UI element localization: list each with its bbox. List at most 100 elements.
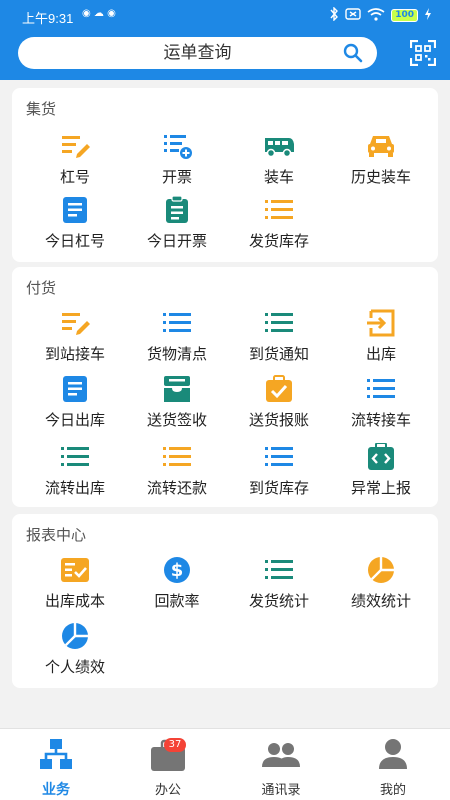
grid-item-transfer-pickup[interactable]: 流转接车 [330, 375, 432, 435]
tab-label: 业务 [42, 782, 70, 798]
grid-item-transfer-repay[interactable]: 流转还款 [126, 443, 228, 503]
grid-item-shipping-stock[interactable]: 发货库存 [228, 196, 330, 256]
grid-item-label: 杠号 [59, 168, 90, 186]
notification-icons: ◉ ☁ ◉ [82, 8, 116, 19]
section-title: 报表中心 [26, 526, 87, 544]
grid-item-label: 送货签收 [146, 411, 207, 429]
grid-item-label: 流转出库 [44, 479, 105, 497]
grid-item-label: 出库成本 [44, 592, 105, 610]
list-icon [265, 560, 293, 579]
tab-label: 我的 [379, 783, 406, 798]
code-icon [368, 443, 394, 470]
wifi-icon [367, 7, 385, 24]
tab-contacts[interactable]: 通讯录 [225, 729, 337, 800]
charging-icon [424, 8, 432, 23]
grid-item-arrival-stock[interactable]: 到货库存 [228, 443, 330, 503]
search-icon[interactable] [343, 43, 363, 63]
grid-item-label: 送货报账 [248, 411, 309, 429]
grid-item-label: 发货库存 [248, 232, 309, 250]
grid-item-label: 流转接车 [350, 411, 411, 429]
bottom-tab-bar: 业务 办公 通讯录 我的 [0, 728, 450, 800]
svg-text:$: $ [171, 560, 184, 581]
org-chart-icon [40, 739, 72, 769]
grid-item-label: 到货通知 [248, 345, 309, 363]
list-icon [163, 447, 191, 466]
grid-item-exception-report[interactable]: 异常上报 [330, 443, 432, 503]
grid-item-label: 今日杠号 [44, 232, 105, 250]
status-right: 100 [329, 6, 432, 24]
list-icon [265, 313, 293, 332]
grid-item-invoice[interactable]: 开票 [126, 132, 228, 192]
status-time: 上午9:31 [22, 11, 74, 26]
exit-icon [367, 309, 395, 337]
grid-item-label: 流转还款 [146, 479, 207, 497]
grid-item-label: 装车 [263, 168, 294, 186]
grid-item-personal-performance[interactable]: 个人绩效 [24, 622, 126, 682]
dollar-icon: $ [164, 557, 190, 583]
grid-item-delivery-sign[interactable]: 送货签收 [126, 375, 228, 435]
grid-item-performance-stats[interactable]: 绩效统计 [330, 556, 432, 616]
grid-item-label: 异常上报 [350, 479, 411, 497]
document-icon [63, 376, 87, 402]
grid-item-label: 绩效统计 [350, 592, 411, 610]
grid-item-label: 个人绩效 [44, 658, 105, 676]
grid-item-load[interactable]: 装车 [228, 132, 330, 192]
van-icon [265, 138, 294, 158]
status-bar: 上午9:31 ◉ ☁ ◉ 100 [0, 0, 450, 32]
grid-item-label: 到站接车 [44, 345, 105, 363]
grid-item-label: 到货库存 [248, 479, 309, 497]
grid-item-transfer-outbound[interactable]: 流转出库 [24, 443, 126, 503]
grid-item-history-load[interactable]: 历史装车 [330, 132, 432, 192]
grid-item-goods-count[interactable]: 货物清点 [126, 309, 228, 369]
app-header: 上午9:31 ◉ ☁ ◉ 100 运单查询 [0, 0, 450, 80]
tab-label: 办公 [154, 783, 181, 798]
waybill-search-box[interactable]: 运单查询 [18, 37, 377, 69]
section-reports: 报表中心 出库成本 $ 回款率 发货统计 绩效统计 个人绩效 [12, 514, 438, 688]
grid-item-label: 今日出库 [44, 411, 105, 429]
grid-item-label: 历史装车 [350, 168, 411, 186]
tab-mine[interactable]: 我的 [337, 729, 449, 800]
grid-item-station-pickup[interactable]: 到站接车 [24, 309, 126, 369]
section-collect: 集货 杠号 开票 装车 历史装车 今日杠号 今日开票 发货库存 [12, 88, 438, 262]
grid-item-bar-number[interactable]: 杠号 [24, 132, 126, 192]
section-delivery: 付货 到站接车 货物清点 到货通知 出库 今日出库 送货签收 送货报账 流转接车… [12, 267, 438, 507]
list-icon [367, 379, 395, 398]
grid-item-outbound-cost[interactable]: 出库成本 [24, 556, 126, 616]
grid-item-label: 发货统计 [248, 592, 309, 610]
check-bag-icon [266, 375, 292, 402]
tab-business[interactable]: 业务 [0, 729, 112, 800]
sim-icon [345, 8, 361, 23]
add-list-icon [164, 135, 192, 159]
grid-item-arrival-notice[interactable]: 到货通知 [228, 309, 330, 369]
list-icon [265, 200, 293, 219]
bluetooth-icon [329, 6, 339, 24]
section-title: 集货 [26, 100, 57, 118]
grid-item-label: 货物清点 [146, 345, 207, 363]
grid-item-outbound[interactable]: 出库 [330, 309, 432, 369]
office-unread-badge: 37 [164, 738, 186, 752]
person-icon [379, 739, 407, 769]
grid-item-label: 出库 [365, 345, 396, 363]
list-icon [163, 313, 191, 332]
document-icon [63, 197, 87, 223]
pie-icon [62, 623, 88, 649]
grid-item-label: 开票 [161, 168, 192, 186]
battery-indicator: 100 [391, 9, 418, 22]
list-icon [61, 447, 89, 466]
grid-item-today-outbound[interactable]: 今日出库 [24, 375, 126, 435]
search-input[interactable]: 运单查询 [18, 37, 377, 69]
contacts-icon [262, 743, 300, 767]
qr-scan-icon[interactable] [410, 40, 436, 66]
tab-label: 通讯录 [261, 783, 301, 798]
section-title: 付货 [26, 279, 57, 297]
list-icon [265, 447, 293, 466]
edit-list-icon [62, 313, 90, 335]
grid-item-today-bar-number[interactable]: 今日杠号 [24, 196, 126, 256]
grid-item-delivery-reimburse[interactable]: 送货报账 [228, 375, 330, 435]
check-list-icon [61, 558, 89, 582]
grid-item-label: 今日开票 [146, 232, 207, 250]
grid-item-shipping-stats[interactable]: 发货统计 [228, 556, 330, 616]
grid-item-today-invoice[interactable]: 今日开票 [126, 196, 228, 256]
edit-list-icon [62, 136, 90, 158]
grid-item-repayment-rate[interactable]: $ 回款率 [126, 556, 228, 616]
